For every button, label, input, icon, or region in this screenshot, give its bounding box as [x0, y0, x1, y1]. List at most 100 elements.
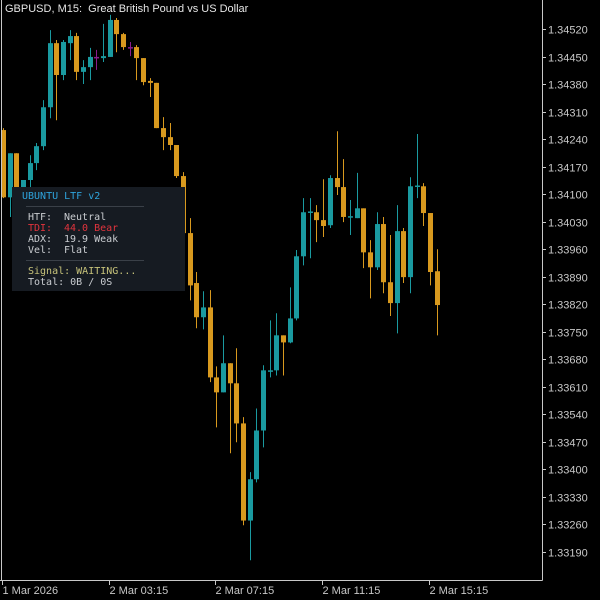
price-label: 1.34310 [548, 108, 588, 120]
candle [281, 335, 286, 376]
price-label: 1.34520 [548, 25, 588, 37]
candle-body [428, 213, 433, 273]
htf-row: HTF: Neutral [28, 212, 106, 223]
price-label: 1.34450 [548, 53, 588, 65]
candle-body [361, 208, 366, 253]
candle-body [28, 163, 33, 181]
candle [101, 23, 106, 63]
candle-body [161, 128, 166, 138]
candle [321, 179, 326, 238]
price-label: 1.34100 [548, 190, 588, 202]
candle [268, 320, 273, 378]
candle [341, 159, 346, 223]
candle-body [61, 41, 66, 76]
candle [221, 335, 226, 393]
candle-body [154, 82, 159, 129]
candle [134, 45, 139, 81]
candle [308, 198, 313, 259]
candle-body [74, 36, 79, 72]
candle-body [141, 58, 146, 83]
candle [121, 32, 126, 50]
tdi-value: 44.0 Bear [64, 223, 119, 234]
price-label: 1.33750 [548, 328, 588, 340]
candle-body [421, 186, 426, 214]
candle-body [101, 56, 106, 59]
candle-body [274, 335, 279, 371]
price-label: 1.33400 [548, 465, 588, 477]
candle-body [375, 224, 380, 268]
candle [401, 227, 406, 284]
price-axis: 1.34520 1.34450 1.34380 1.34310 1.34240 1.341… [542, 25, 588, 560]
vel-label: Vel: [28, 245, 53, 256]
candle [228, 363, 233, 454]
candle [81, 60, 86, 85]
price-label: 1.34170 [548, 163, 588, 175]
candle [234, 348, 239, 443]
chart-title: GBPUSD, M15: Great British Pound vs US D… [5, 3, 248, 15]
candle [314, 205, 319, 243]
vel-row: Vel: Flat [28, 245, 88, 256]
price-chart[interactable]: 1.34520 1.34450 1.34380 1.34310 1.34240 1.341… [0, 0, 600, 600]
candle-body [41, 107, 46, 147]
symbol-timeframe: GBPUSD, M15: [5, 3, 83, 15]
candle-body [108, 19, 113, 57]
candle [248, 472, 253, 561]
candle-body [328, 178, 333, 226]
tdi-label: TDI: [28, 223, 53, 234]
indicator-panel: UBUNTU LTF v2 HTF: Neutral TDI: 44.0 Bear … [12, 187, 185, 291]
price-label: 1.33470 [548, 438, 588, 450]
candle [428, 213, 433, 286]
candle [74, 32, 79, 81]
price-label: 1.33610 [548, 383, 588, 395]
candle [415, 133, 420, 199]
candle [288, 287, 293, 344]
candle-body [221, 363, 226, 393]
price-label: 1.33540 [548, 410, 588, 422]
candle-body [134, 47, 139, 59]
candle-body [288, 318, 293, 343]
candle [254, 408, 259, 483]
candle [241, 417, 246, 526]
candle [388, 235, 393, 317]
candle-body [335, 178, 340, 188]
candle [381, 216, 386, 294]
candle [94, 49, 99, 70]
time-label: 1 Mar 2026 [3, 585, 59, 597]
candle-body [368, 252, 373, 268]
candle-body [34, 146, 39, 164]
candle-body [321, 220, 326, 227]
candle-body [341, 187, 346, 217]
candle-body [408, 186, 413, 278]
candle [41, 100, 46, 151]
price-label: 1.33680 [548, 355, 588, 367]
candle-body [435, 271, 440, 306]
candle-body [308, 211, 313, 213]
price-label: 1.33330 [548, 493, 588, 505]
candle [168, 122, 173, 151]
candle-body [174, 145, 179, 177]
candle-body [234, 383, 239, 424]
candle-body [88, 56, 93, 68]
vel-value: Flat [64, 245, 89, 256]
candle-body [94, 56, 99, 59]
adx-label: ADX: [28, 234, 53, 245]
price-label: 1.33190 [548, 548, 588, 560]
candle-body [121, 34, 126, 48]
candle [108, 14, 113, 57]
candle [328, 175, 333, 228]
candle [361, 208, 366, 269]
candle [294, 249, 299, 321]
candle [261, 365, 266, 448]
candle-body [355, 208, 360, 219]
candle [68, 30, 73, 61]
candle [28, 155, 33, 191]
candle [435, 249, 440, 336]
candle [335, 131, 340, 195]
candle-body [348, 216, 353, 218]
candle [88, 47, 93, 81]
candle-body [281, 335, 286, 343]
candle-body [148, 80, 153, 83]
adx-row: ADX: 19.9 Weak [28, 234, 118, 245]
candle [54, 40, 59, 121]
signal-status: Signal: WAITING... [28, 266, 137, 277]
